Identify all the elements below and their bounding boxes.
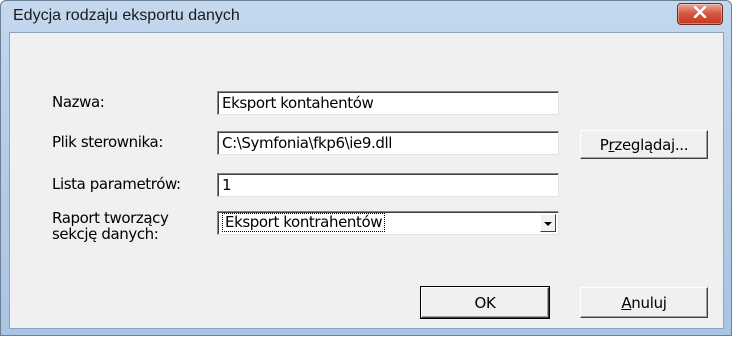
ok-button[interactable]: OK (420, 286, 550, 319)
browse-label-pre: P (599, 135, 609, 154)
close-button[interactable] (677, 3, 723, 25)
params-label: Lista parametrów: (52, 175, 181, 193)
name-label: Nazwa: (52, 93, 105, 111)
browse-label-post: zeglądaj... (614, 135, 689, 154)
dialog-title: Edycja rodzaju eksportu danych (13, 7, 240, 24)
report-dropdown-button[interactable] (540, 214, 556, 232)
dialog-body: Nazwa: Eksport kontahentów Plik sterowni… (9, 32, 724, 329)
cancel-button[interactable]: Anuluj (580, 287, 708, 318)
dialog-window: Edycja rodzaju eksportu danych Nazwa: Ek… (0, 0, 732, 336)
browse-button[interactable]: Pr zeglądaj... (580, 130, 708, 159)
report-select-text: Eksport kontrahentów (222, 213, 386, 232)
ok-label: OK (474, 293, 496, 312)
report-select[interactable]: Eksport kontrahentów (217, 211, 559, 235)
cancel-label-mnemonic: A (621, 293, 632, 312)
params-input[interactable]: 1 (217, 173, 559, 197)
title-bar[interactable]: Edycja rodzaju eksportu danych (1, 1, 731, 31)
driver-file-label: Plik sterownika: (52, 133, 163, 151)
cancel-label-rest: nuluj (631, 293, 667, 312)
chevron-down-icon (544, 214, 552, 232)
close-icon (693, 5, 707, 23)
report-label-line2: sekcję danych: (52, 225, 159, 243)
driver-file-input[interactable]: C:\Symfonia\fkp6\ie9.dll (217, 131, 559, 155)
report-select-value: Eksport kontrahentów (222, 213, 536, 232)
name-input[interactable]: Eksport kontahentów (217, 91, 559, 115)
